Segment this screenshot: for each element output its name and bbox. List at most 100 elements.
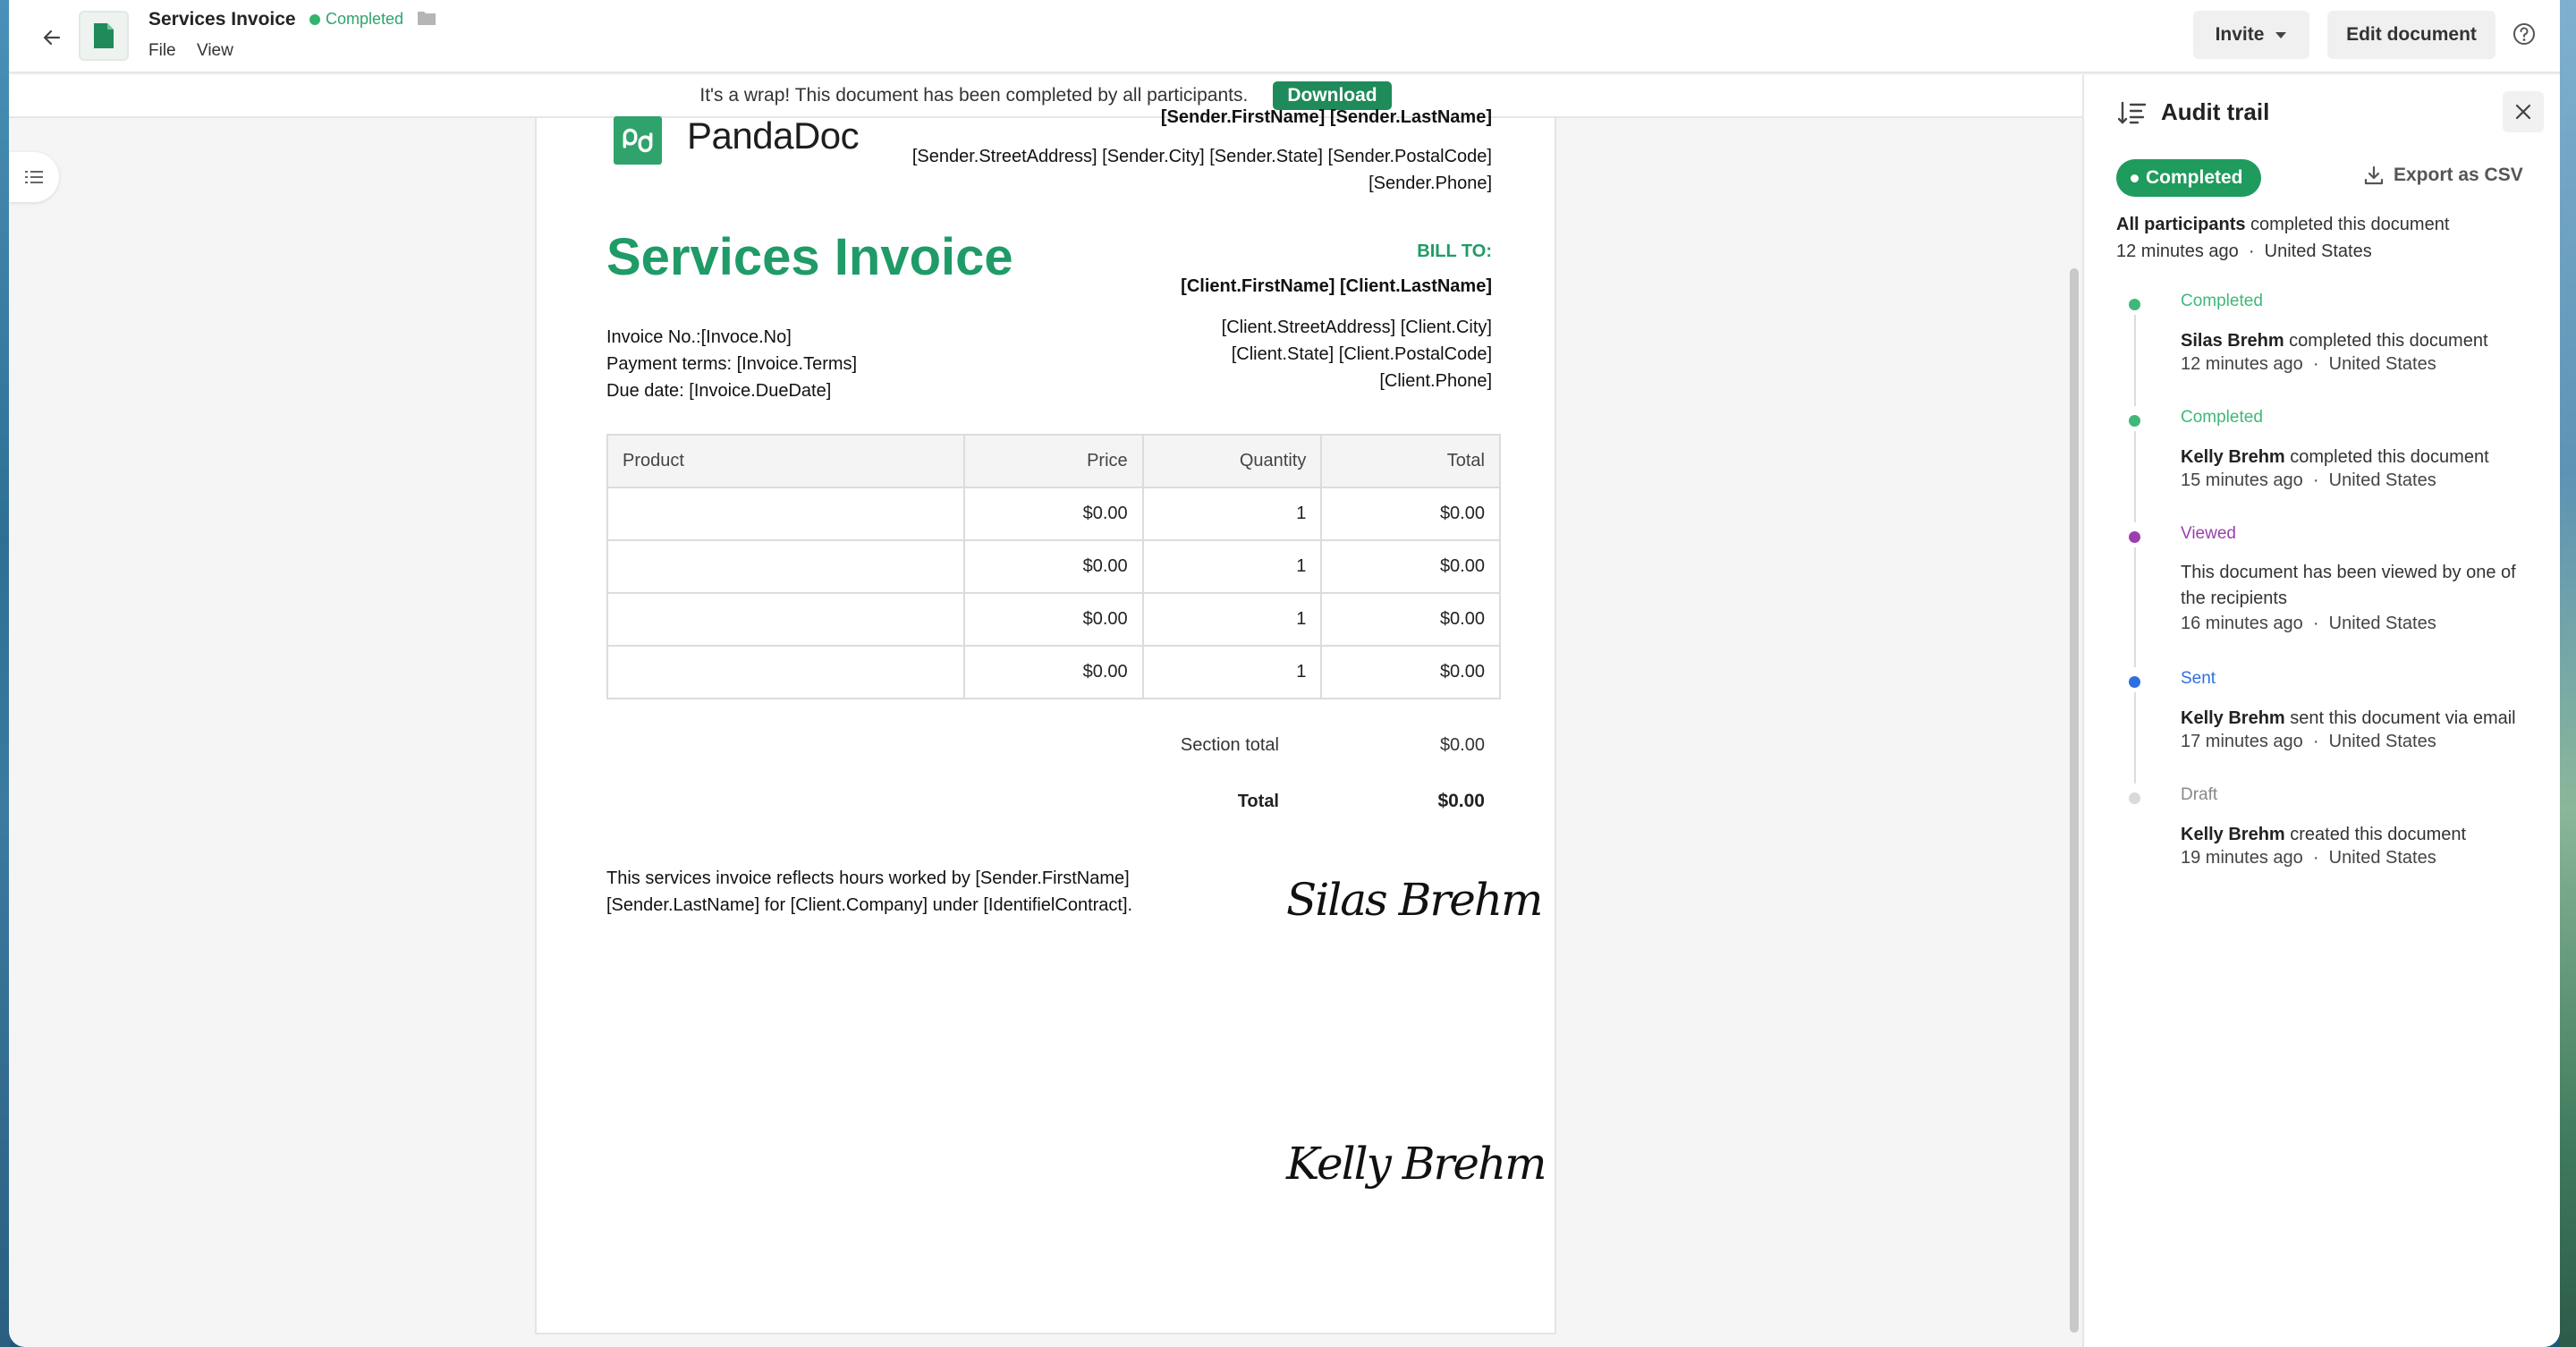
folder-icon[interactable] — [417, 9, 436, 27]
cell-quantity: 1 — [1141, 487, 1323, 541]
table-row: $0.00 1 $0.00 — [606, 539, 1501, 594]
section-total-value: $0.00 — [1439, 735, 1485, 755]
audit-trail-title: Audit trail — [2161, 98, 2270, 125]
invoice-number: Invoice No.:[Invoce.No] — [606, 327, 792, 347]
banner-text: It's a wrap! This document has been comp… — [699, 85, 1249, 106]
menu-file[interactable]: File — [148, 41, 176, 61]
event-status: Sent — [2181, 669, 2216, 688]
cell-total: $0.00 — [1320, 592, 1501, 647]
event-description: Kelly Brehm completed this document — [2181, 444, 2538, 470]
invoice-meta: Invoice No.:[Invoce.No] Payment terms: [… — [606, 324, 857, 404]
due-date: Due date: [Invoice.DueDate] — [606, 381, 832, 401]
column-header-total: Total — [1320, 434, 1501, 488]
event-action: This document has been viewed by one of … — [2181, 563, 2516, 608]
export-csv-button[interactable]: Export as CSV — [2363, 165, 2523, 186]
edit-document-button[interactable]: Edit document — [2327, 11, 2496, 59]
cell-quantity: 1 — [1141, 645, 1323, 699]
back-button[interactable] — [34, 20, 70, 55]
event-location: United States — [2328, 354, 2436, 374]
event-description: Silas Brehm completed this document — [2181, 327, 2538, 354]
cell-total: $0.00 — [1320, 645, 1501, 699]
list-icon — [25, 171, 43, 183]
pricing-table: Product Price Quantity Total $0.00 1 $0.… — [606, 434, 1501, 699]
audit-trail-icon — [2118, 101, 2147, 124]
badge-dot — [2131, 174, 2139, 182]
event-time: 12 minutes ago — [2181, 354, 2303, 374]
client-address-line-2: [Client.State] [Client.PostalCode] — [1231, 344, 1492, 364]
event-dot — [2129, 676, 2140, 688]
close-panel-button[interactable] — [2503, 91, 2544, 132]
invite-button-label: Invite — [2215, 24, 2265, 45]
outline-toggle-button[interactable] — [9, 152, 59, 202]
document-title[interactable]: Services Invoice — [148, 9, 296, 30]
event-action: completed this document — [2284, 447, 2489, 467]
table-row: $0.00 1 $0.00 — [606, 645, 1501, 699]
bill-to-label: BILL TO: — [1417, 241, 1492, 261]
column-header-price: Price — [963, 434, 1144, 488]
event-status: Draft — [2181, 785, 2218, 804]
event-action: completed this document — [2284, 331, 2488, 351]
arrow-left-icon — [43, 30, 61, 46]
cell-price: $0.00 — [963, 539, 1144, 594]
event-status: Viewed — [2181, 524, 2236, 543]
audit-summary-meta: 12 minutes ago · United States — [2116, 241, 2372, 261]
document-thumbnail[interactable] — [79, 11, 129, 61]
sender-address-line: [Sender.StreetAddress] [Sender.City] [Se… — [911, 147, 1492, 166]
pandadoc-logo-icon — [614, 116, 662, 165]
invoice-title: Services Invoice — [606, 228, 1013, 286]
event-time: 17 minutes ago — [2181, 732, 2303, 751]
document-status: Completed — [309, 10, 403, 29]
event-description: Kelly Brehm created this document — [2181, 821, 2538, 848]
audit-event: Sent Kelly Brehm sent this document via … — [2116, 669, 2537, 767]
export-csv-label: Export as CSV — [2394, 165, 2523, 185]
event-meta: 15 minutes ago · United States — [2181, 470, 2436, 490]
audit-summary-text: All participants completed this document — [2116, 211, 2449, 238]
event-dot — [2129, 299, 2140, 310]
event-description: This document has been viewed by one of … — [2181, 560, 2538, 612]
column-header-quantity: Quantity — [1141, 434, 1323, 488]
completion-banner: It's a wrap! This document has been comp… — [9, 75, 2082, 118]
payment-terms: Payment terms: [Invoice.Terms] — [606, 354, 858, 374]
pandadoc-logo-text: PandaDoc — [687, 114, 860, 157]
audit-event: Draft Kelly Brehm created this document … — [2116, 785, 2537, 884]
event-meta: 19 minutes ago · United States — [2181, 848, 2436, 868]
audit-event: Viewed This document has been viewed by … — [2116, 524, 2537, 649]
cell-price: $0.00 — [963, 645, 1144, 699]
audit-summary-rest: completed this document — [2245, 215, 2450, 234]
menu-view[interactable]: View — [197, 41, 233, 61]
document-scrollbar-thumb[interactable] — [2070, 268, 2079, 1333]
event-dot — [2129, 531, 2140, 543]
cell-price: $0.00 — [963, 487, 1144, 541]
download-button[interactable]: Download — [1273, 81, 1392, 110]
column-header-product: Product — [606, 434, 966, 488]
event-meta: 12 minutes ago · United States — [2181, 354, 2436, 374]
client-name: [Client.FirstName] [Client.LastName] — [1181, 276, 1492, 296]
caret-down-icon — [2275, 32, 2287, 38]
client-address: [Client.StreetAddress] [Client.City] [Cl… — [1222, 314, 1492, 394]
top-bar: Services Invoice Completed File View Inv… — [9, 0, 2560, 73]
cell-product — [606, 645, 966, 699]
audit-summary-time: 12 minutes ago — [2116, 241, 2239, 261]
help-icon[interactable] — [2512, 21, 2537, 47]
document-page: PandaDoc [Sender.FirstName] [Sender.Last… — [535, 107, 1556, 1334]
event-actor: Kelly Brehm — [2181, 447, 2285, 467]
event-time: 19 minutes ago — [2181, 848, 2303, 868]
cell-price: $0.00 — [963, 592, 1144, 647]
event-dot — [2129, 792, 2140, 804]
cell-quantity: 1 — [1141, 592, 1323, 647]
document-status-label: Completed — [326, 10, 404, 28]
client-phone: [Client.Phone] — [1379, 371, 1492, 391]
invite-button[interactable]: Invite — [2193, 11, 2309, 59]
audit-event: Completed Silas Brehm completed this doc… — [2116, 292, 2537, 390]
cell-total: $0.00 — [1320, 539, 1501, 594]
event-action: sent this document via email — [2284, 708, 2516, 728]
event-location: United States — [2328, 848, 2436, 868]
cell-total: $0.00 — [1320, 487, 1501, 541]
cell-product — [606, 592, 966, 647]
event-location: United States — [2328, 614, 2436, 633]
table-header-row: Product Price Quantity Total — [606, 434, 1501, 488]
event-status: Completed — [2181, 292, 2263, 310]
event-actor: Kelly Brehm — [2181, 708, 2285, 728]
event-location: United States — [2328, 470, 2436, 490]
event-time: 16 minutes ago — [2181, 614, 2303, 633]
